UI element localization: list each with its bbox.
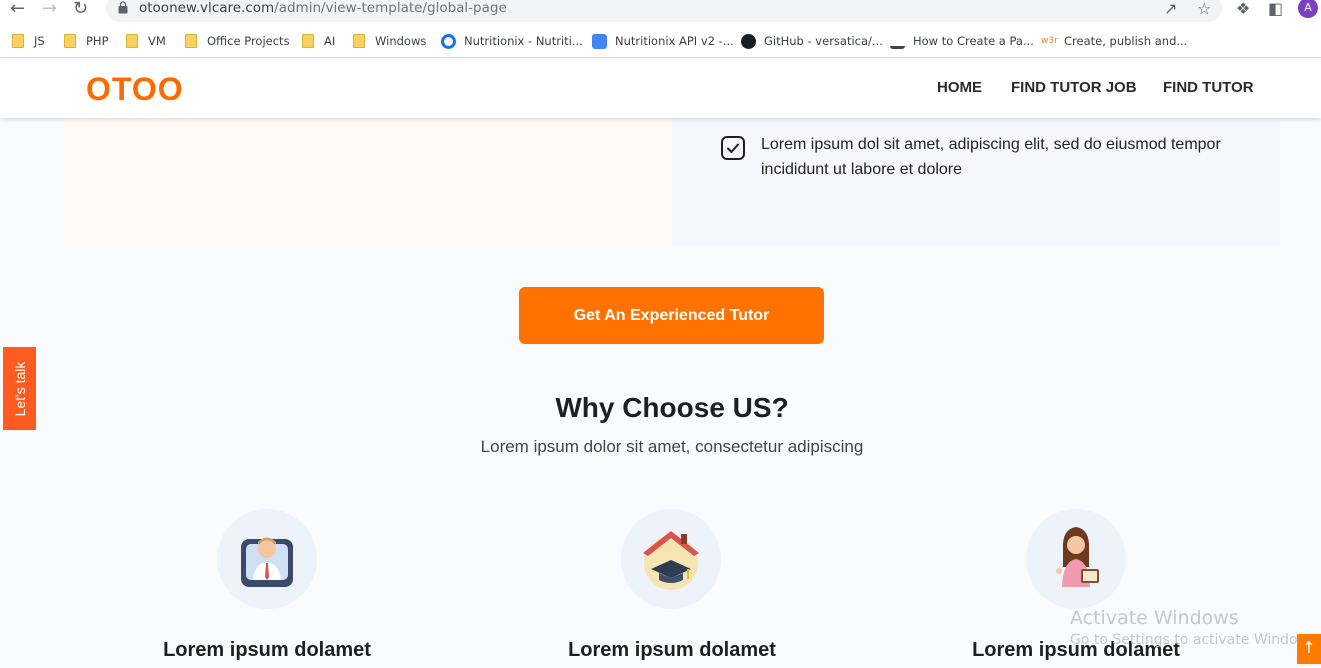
bookmarks-bar: JS PHP VM Office Projects AI Windows Nut… xyxy=(0,24,1321,58)
online-tutor-icon xyxy=(241,537,293,587)
lets-talk-label: Let's talk xyxy=(11,361,28,416)
feature-icon-circle xyxy=(621,509,721,609)
forward-arrow-icon[interactable]: → xyxy=(42,0,57,18)
w3r-icon: w3r xyxy=(1041,33,1058,49)
feature-icon-circle xyxy=(1026,509,1126,609)
back-arrow-icon[interactable]: ← xyxy=(10,0,25,18)
activate-windows-title: Activate Windows xyxy=(1070,607,1239,629)
feature-icon-circle xyxy=(217,509,317,609)
bookmark-ai[interactable]: AI xyxy=(302,32,335,50)
home-tuition-icon xyxy=(643,531,699,590)
folder-icon xyxy=(126,34,138,48)
url-path: /admin/view-template/global-page xyxy=(274,0,507,16)
bookmark-label: Windows xyxy=(375,34,427,48)
lets-talk-tab[interactable]: Let's talk xyxy=(3,347,36,430)
bookmark-w3r[interactable]: w3r Create, publish and... xyxy=(1041,32,1187,50)
get-tutor-button[interactable]: Get An Experienced Tutor xyxy=(519,287,824,344)
feature-title: Lorem ipsum dolamet xyxy=(163,639,371,661)
activate-windows-subtitle: Go to Settings to activate Windows. xyxy=(1070,632,1321,648)
share-icon[interactable]: ↗ xyxy=(1164,0,1177,17)
arrow-up-icon[interactable]: ↑ xyxy=(1297,634,1321,664)
github-icon xyxy=(741,33,756,49)
bookmark-label: PHP xyxy=(86,34,109,48)
reload-icon[interactable]: ↻ xyxy=(73,0,88,18)
url-text[interactable]: otoonew.vlcare.com/admin/view-template/g… xyxy=(139,0,507,17)
otoo-logo[interactable]: OTOO xyxy=(86,71,184,108)
check-item-text: Lorem ipsum dol sit amet, adipiscing eli… xyxy=(761,136,1221,178)
why-choose-subtitle: Lorem ipsum dolor sit amet, consectetur … xyxy=(480,437,864,456)
star-icon[interactable]: ☆ xyxy=(1197,0,1211,17)
bookmark-how-to-create[interactable]: How to Create a Pa... xyxy=(890,32,1034,50)
bookmark-office-projects[interactable]: Office Projects xyxy=(185,32,290,50)
folder-icon xyxy=(353,34,365,48)
why-choose-heading: Why Choose US? xyxy=(555,392,789,423)
bookmark-label: GitHub - versatica/... xyxy=(764,34,883,48)
side-panel-icon[interactable]: ◧ xyxy=(1268,0,1283,17)
bookmark-site-icon xyxy=(890,33,905,49)
extensions-puzzle-icon[interactable]: ❖ xyxy=(1236,0,1250,17)
bookmark-php[interactable]: PHP xyxy=(64,32,109,50)
nutritionix-icon xyxy=(441,33,456,49)
nav-find-tutor-job[interactable]: FIND TUTOR JOB xyxy=(1011,79,1137,96)
lock-icon xyxy=(118,1,128,14)
profile-avatar[interactable]: A xyxy=(1298,0,1318,18)
bookmark-label: AI xyxy=(324,34,336,48)
folder-icon xyxy=(302,34,314,48)
bookmark-windows[interactable]: Windows xyxy=(353,32,426,50)
checkbox-checked-icon xyxy=(721,136,745,160)
nav-find-tutor[interactable]: FIND TUTOR xyxy=(1163,79,1254,96)
url-host: otoonew.vlcare.com xyxy=(139,0,275,16)
bookmark-label: Nutritionix - Nutriti... xyxy=(464,34,583,48)
bookmark-label: Nutritionix API v2 -... xyxy=(615,34,734,48)
browser-toolbar: ← → ↻ otoonew.vlcare.com/admin/view-temp… xyxy=(0,0,1321,24)
bookmark-nutritionix-api[interactable]: Nutritionix API v2 -... xyxy=(592,32,734,50)
info-panel-left xyxy=(64,118,672,246)
bookmark-label: How to Create a Pa... xyxy=(913,34,1034,48)
nav-home[interactable]: HOME xyxy=(937,79,982,96)
bookmark-nutritionix[interactable]: Nutritionix - Nutriti... xyxy=(441,32,583,50)
bookmark-github[interactable]: GitHub - versatica/... xyxy=(741,32,883,50)
folder-icon xyxy=(64,34,76,48)
folder-icon xyxy=(185,34,197,48)
bookmark-vm[interactable]: VM xyxy=(126,32,166,50)
bookmark-label: Create, publish and... xyxy=(1064,34,1188,48)
bookmark-js[interactable]: JS xyxy=(12,32,45,50)
feature-title: Lorem ipsum dolamet xyxy=(568,639,776,661)
female-tutor-icon xyxy=(1056,527,1099,587)
folder-icon xyxy=(12,34,24,48)
docs-icon xyxy=(592,33,607,49)
bookmark-label: JS xyxy=(34,34,45,48)
site-header: OTOO HOME FIND TUTOR JOB FIND TUTOR xyxy=(0,59,1321,118)
bookmark-label: VM xyxy=(148,34,166,48)
bookmark-label: Office Projects xyxy=(207,34,290,48)
